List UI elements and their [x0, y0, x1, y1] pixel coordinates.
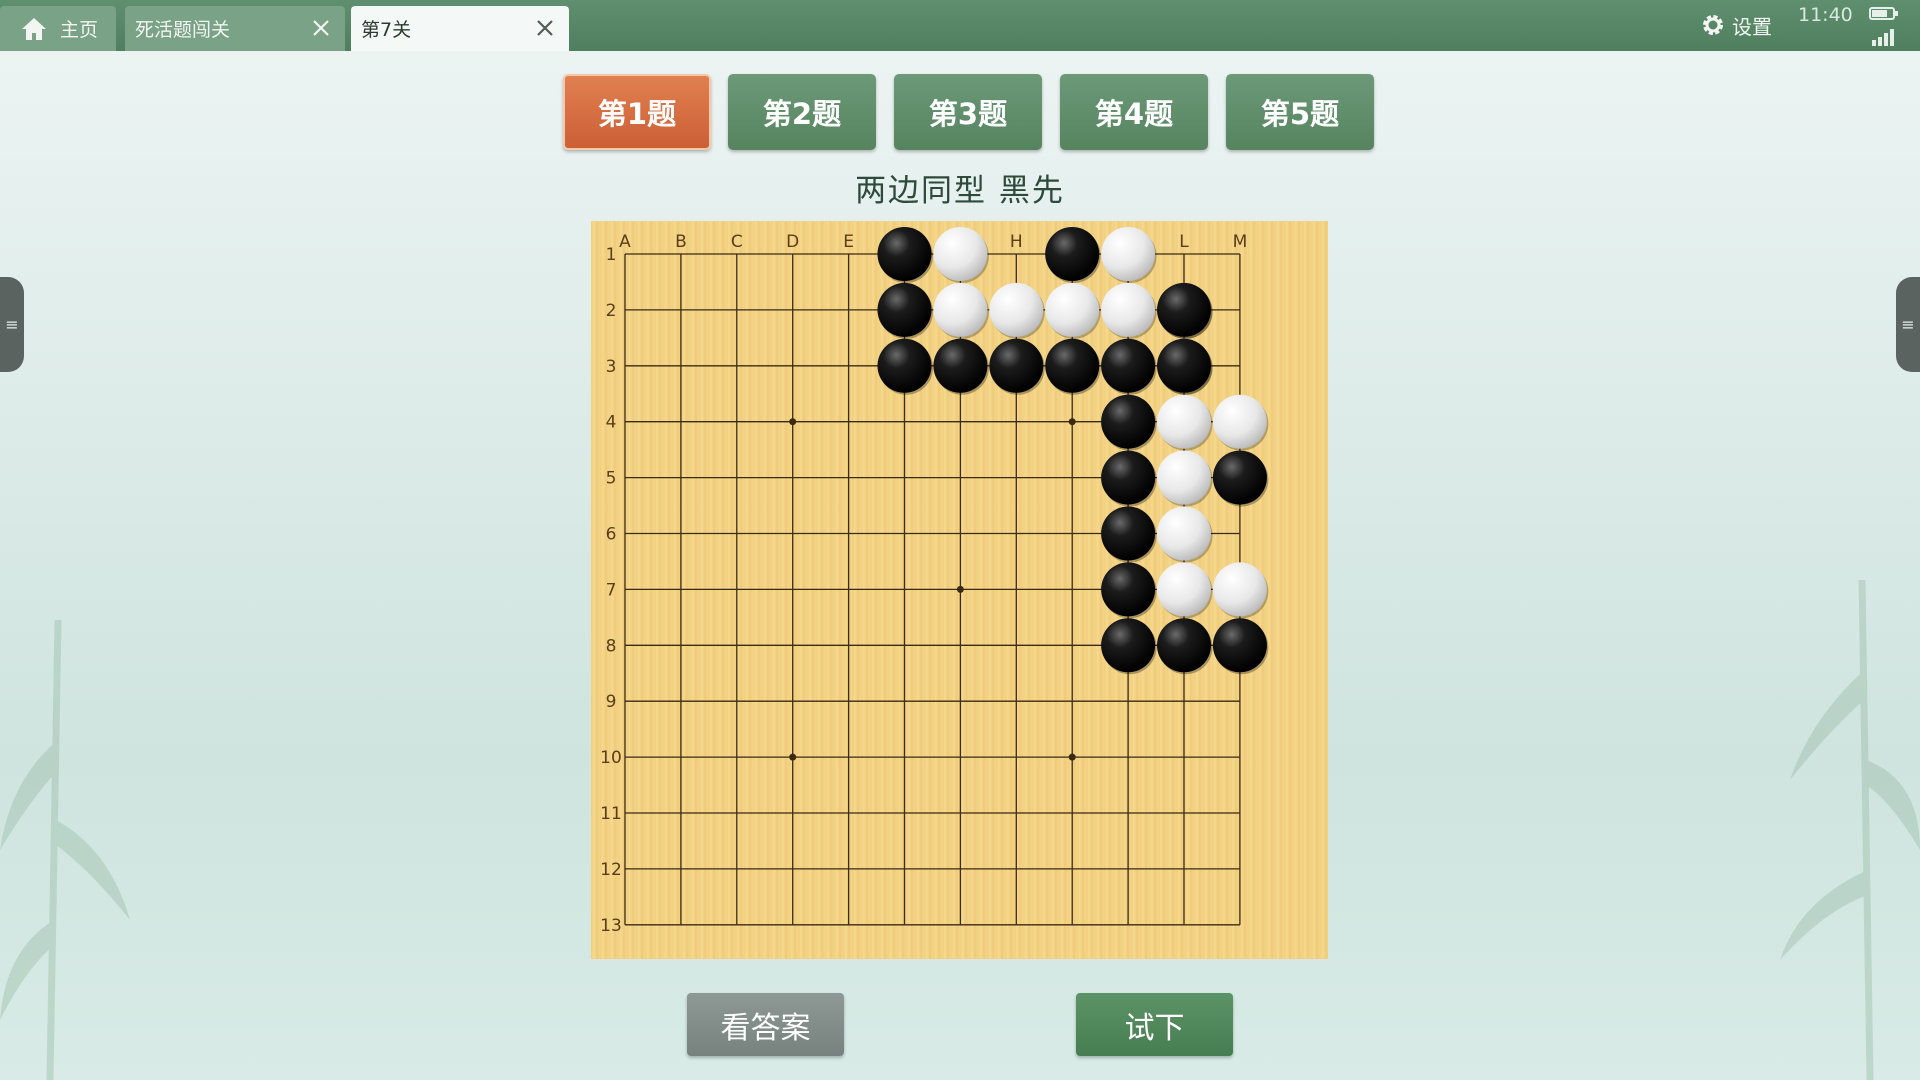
- black-stone: [1101, 562, 1156, 617]
- star-point: [1068, 418, 1076, 426]
- white-stone: [989, 282, 1044, 337]
- white-stone: [1212, 394, 1267, 449]
- tab-label: 主页: [60, 19, 99, 41]
- home-icon: [22, 17, 46, 40]
- go-board[interactable]: ABCDEFGHJKLM12345678910111213: [591, 221, 1328, 959]
- row-label: 3: [606, 357, 617, 377]
- settings-label: 设置: [1732, 14, 1772, 39]
- black-stone: [989, 338, 1044, 393]
- close-icon[interactable]: [309, 16, 333, 40]
- row-label: 10: [600, 748, 622, 768]
- column-label: L: [1179, 232, 1189, 252]
- white-stone: [1157, 450, 1211, 505]
- problem-subtitle: 两边同型 黑先: [855, 173, 1065, 209]
- gear-icon: [1703, 15, 1723, 35]
- black-stone: [1212, 618, 1267, 673]
- close-icon[interactable]: [533, 16, 557, 40]
- white-stone: [1101, 227, 1156, 281]
- black-stone: [1157, 618, 1211, 673]
- white-stone: [1157, 562, 1211, 617]
- go-board-canvas[interactable]: ABCDEFGHJKLM12345678910111213: [591, 221, 1328, 959]
- black-stone: [1157, 338, 1211, 393]
- star-point: [956, 585, 964, 593]
- star-point: [789, 753, 797, 761]
- star-point: [789, 418, 797, 426]
- column-label: M: [1233, 232, 1248, 252]
- column-label: B: [675, 232, 687, 252]
- row-label: 4: [606, 413, 617, 433]
- white-stone: [1101, 282, 1156, 337]
- bamboo-decoration-right: [1780, 580, 1920, 1080]
- right-drawer-handle[interactable]: ≡: [1896, 277, 1920, 372]
- column-label: C: [731, 232, 743, 252]
- tab-label: 第7关: [361, 19, 412, 41]
- white-stone: [1045, 282, 1100, 337]
- left-drawer-handle[interactable]: ≡: [0, 277, 24, 372]
- row-label: 13: [600, 916, 622, 936]
- top-bar: 主页 死活题闯关 第7关 设置 11:40: [0, 0, 1920, 51]
- star-point: [1068, 753, 1076, 761]
- tab-level-7[interactable]: 第7关: [351, 6, 569, 51]
- row-label: 7: [606, 580, 617, 600]
- black-stone: [1045, 338, 1100, 393]
- battery-icon: [1869, 7, 1898, 20]
- try-move-button[interactable]: 试下: [1076, 993, 1233, 1056]
- black-stone: [1101, 450, 1156, 505]
- black-stone: [933, 338, 988, 393]
- clock: 11:40: [1798, 4, 1853, 26]
- black-stone: [877, 227, 932, 281]
- white-stone: [1157, 506, 1211, 561]
- row-label: 9: [606, 692, 617, 712]
- black-stone: [1101, 506, 1156, 561]
- question-3-button[interactable]: 第3题: [894, 74, 1042, 150]
- row-label: 12: [600, 860, 622, 880]
- column-label: H: [1010, 232, 1023, 252]
- row-label: 2: [606, 301, 617, 321]
- white-stone: [1212, 562, 1267, 617]
- column-label: A: [619, 232, 631, 252]
- white-stone: [933, 227, 988, 281]
- white-stone: [933, 282, 988, 337]
- black-stone: [877, 338, 932, 393]
- black-stone: [1101, 618, 1156, 673]
- question-5-button[interactable]: 第5题: [1226, 74, 1374, 150]
- question-4-button[interactable]: 第4题: [1060, 74, 1208, 150]
- column-label: E: [843, 232, 854, 252]
- black-stone: [1157, 282, 1211, 337]
- column-label: D: [786, 232, 799, 252]
- row-label: 1: [606, 245, 617, 265]
- bamboo-decoration-left: [0, 620, 130, 1080]
- show-answer-button[interactable]: 看答案: [687, 993, 844, 1056]
- tab-home[interactable]: 主页: [0, 6, 116, 51]
- white-stone: [1157, 394, 1211, 449]
- settings-button[interactable]: 设置: [1700, 10, 1772, 40]
- menu-icon: ≡: [5, 315, 19, 334]
- row-label: 8: [606, 636, 617, 656]
- black-stone: [1212, 450, 1267, 505]
- tab-dead-alive-challenge[interactable]: 死活题闯关: [125, 6, 345, 51]
- black-stone: [1045, 227, 1100, 281]
- tab-label: 死活题闯关: [135, 19, 231, 41]
- black-stone: [1101, 394, 1156, 449]
- question-1-button[interactable]: 第1题: [563, 74, 711, 150]
- row-label: 11: [600, 804, 622, 824]
- row-label: 5: [606, 469, 617, 489]
- menu-icon: ≡: [1901, 315, 1915, 334]
- signal-icon: [1872, 29, 1894, 46]
- question-2-button[interactable]: 第2题: [728, 74, 876, 150]
- black-stone: [1101, 338, 1156, 393]
- row-label: 6: [606, 525, 617, 545]
- black-stone: [877, 282, 932, 337]
